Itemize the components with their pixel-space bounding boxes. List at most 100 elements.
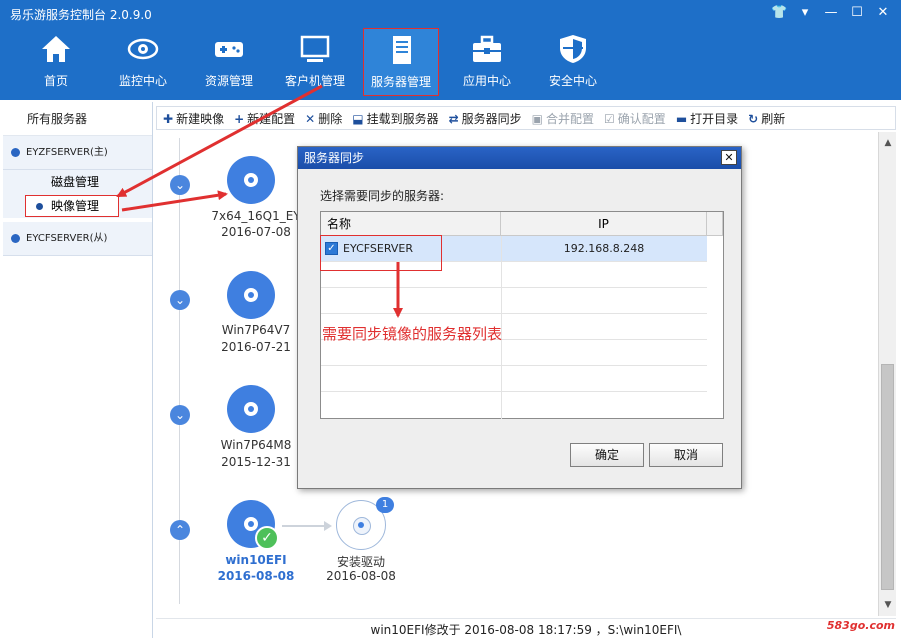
sidebar-server-secondary[interactable]: EYCFSERVER(从) — [3, 222, 152, 256]
menu-icon[interactable]: ▾ — [797, 5, 813, 21]
bullet-icon — [36, 203, 43, 210]
scroll-up-icon[interactable]: ▲ — [883, 138, 893, 148]
top-nav: 首页 监控中心 资源管理 客户机管理 服务器管理 应用中心 安全中心 — [0, 28, 901, 100]
delete-icon: ✕ — [305, 111, 316, 126]
nav-label: 监控中心 — [118, 74, 167, 88]
nav-monitor-center[interactable]: 监控中心 — [105, 28, 181, 96]
server-ip-cell: 192.168.8.248 — [563, 242, 645, 255]
image-disc-icon[interactable] — [227, 271, 275, 319]
sidebar-subitem-row: 映像管理 — [3, 194, 152, 218]
image-name: win10EFI — [225, 553, 287, 567]
toolbar-label: 服务器同步 — [461, 111, 522, 126]
sidebar-item-disk-management[interactable]: 磁盘管理 — [3, 170, 152, 194]
window-title: 易乐游服务控制台 2.0.9.0 — [10, 8, 152, 22]
new-image-button[interactable]: ✚ 新建映像 — [163, 110, 224, 127]
open-directory-button[interactable]: ▬ 打开目录 — [676, 110, 738, 127]
delete-button[interactable]: ✕ 删除 — [305, 110, 342, 127]
app-window: 易乐游服务控制台 2.0.9.0 👕 ▾ — ☐ ✕ 首页 监控中心 资源管理 … — [0, 0, 901, 640]
confirm-config-button[interactable]: ☑ 确认配置 — [604, 110, 666, 127]
server-sync-dialog: 服务器同步 ✕ 选择需要同步的服务器: 名称 IP ✓ EYCFSERVER 1… — [297, 146, 742, 489]
child-name: 安装驱动 — [336, 555, 385, 569]
nav-app-center[interactable]: 应用中心 — [449, 28, 525, 96]
column-header-ip[interactable]: IP — [501, 212, 707, 236]
child-date: 2016-08-08 — [326, 569, 396, 583]
dialog-close-button[interactable]: ✕ — [721, 150, 737, 165]
table-row — [321, 366, 707, 392]
merge-icon: ▣ — [531, 111, 544, 126]
skin-icon[interactable]: 👕 — [771, 5, 787, 21]
nav-clients[interactable]: 客户机管理 — [277, 28, 353, 96]
ok-button[interactable]: 确定 — [570, 443, 644, 467]
nav-label: 资源管理 — [204, 74, 253, 88]
dialog-title: 服务器同步 — [298, 147, 741, 169]
collapse-chevron-icon[interactable]: ⌄ — [170, 405, 190, 425]
mount-icon: ⬓ — [352, 111, 364, 126]
merge-config-button[interactable]: ▣ 合并配置 — [532, 110, 594, 127]
image-toolbar: ✚ 新建映像 + 新建配置 ✕ 删除 ⬓ 挂载到服务器 ⇄ 服务器同步 ▣ 合并配置 ☑ 确认… — [156, 106, 896, 130]
image-date: 2016-08-08 — [217, 569, 295, 583]
refresh-icon: ↻ — [748, 111, 759, 126]
nav-label: 首页 — [43, 74, 68, 88]
check-icon: ✓ — [255, 526, 279, 550]
column-header-filler — [707, 212, 723, 236]
server-sync-button[interactable]: ⇄ 服务器同步 — [449, 110, 522, 127]
server-name-cell: EYCFSERVER — [343, 242, 413, 255]
window-controls: 👕 ▾ — ☐ ✕ — [771, 5, 891, 21]
gamepad-icon — [215, 42, 243, 57]
refresh-button[interactable]: ↻ 刷新 — [748, 110, 785, 127]
nav-server-management[interactable]: 服务器管理 — [363, 28, 439, 96]
image-disc-icon[interactable] — [227, 156, 275, 204]
nav-resources[interactable]: 资源管理 — [191, 28, 267, 96]
minimize-icon[interactable]: — — [823, 5, 839, 21]
nav-home[interactable]: 首页 — [18, 28, 94, 96]
nav-label: 客户机管理 — [284, 74, 345, 88]
nav-security-center[interactable]: 安全中心 — [535, 28, 611, 96]
new-config-button[interactable]: + 新建配置 — [234, 110, 295, 127]
collapse-chevron-icon[interactable]: ⌄ — [170, 175, 190, 195]
maximize-icon[interactable]: ☐ — [849, 5, 865, 21]
checkbox[interactable]: ✓ — [325, 242, 338, 255]
connector-arrow-icon — [324, 521, 332, 531]
sync-icon: ⇄ — [448, 111, 459, 126]
toolbar-label: 新建映像 — [176, 111, 225, 126]
table-row[interactable]: ✓ EYCFSERVER 192.168.8.248 — [321, 236, 707, 262]
toolbar-label: 删除 — [318, 111, 343, 126]
server-icon — [393, 36, 411, 64]
table-row — [321, 262, 707, 288]
toolbar-label: 挂载到服务器 — [366, 111, 439, 126]
add-image-icon: ✚ — [163, 111, 174, 126]
sidebar-item-label: 映像管理 — [51, 199, 100, 213]
monitor-icon — [300, 35, 330, 62]
title-bar: 易乐游服务控制台 2.0.9.0 👕 ▾ — ☐ ✕ — [0, 0, 901, 28]
server-dot-icon — [11, 147, 20, 157]
sidebar-item-image-management[interactable]: 映像管理 — [25, 195, 119, 217]
watermark: 583go.com — [826, 619, 895, 632]
collapse-chevron-icon[interactable]: ⌄ — [170, 290, 190, 310]
server-label: EYCFSERVER(从) — [26, 233, 108, 244]
image-disc-icon[interactable] — [227, 385, 275, 433]
toolbar-label: 确认配置 — [617, 111, 666, 126]
scroll-thumb[interactable] — [881, 364, 894, 590]
toolbar-label: 合并配置 — [546, 111, 595, 126]
server-label: EYZFSERVER(主) — [26, 147, 108, 158]
expand-chevron-icon[interactable]: ⌃ — [170, 520, 190, 540]
sidebar-header[interactable]: 所有服务器 — [3, 102, 152, 136]
cancel-button[interactable]: 取消 — [649, 443, 723, 467]
toolbox-icon — [473, 35, 501, 62]
folder-icon: ▬ — [675, 111, 688, 126]
sidebar-server-primary[interactable]: EYZFSERVER(主) — [3, 136, 152, 170]
toolbar-label: 打开目录 — [690, 111, 739, 126]
vertical-scrollbar[interactable]: ▲ ▼ — [878, 132, 896, 616]
column-header-name[interactable]: 名称 — [321, 212, 501, 236]
mount-to-server-button[interactable]: ⬓ 挂载到服务器 — [352, 110, 438, 127]
nav-label: 应用中心 — [462, 74, 511, 88]
scroll-down-icon[interactable]: ▼ — [883, 600, 893, 610]
nav-label: 服务器管理 — [370, 75, 431, 89]
home-icon — [42, 36, 70, 62]
plus-icon: + — [234, 111, 245, 126]
nav-label: 安全中心 — [548, 74, 597, 88]
close-icon[interactable]: ✕ — [875, 5, 891, 21]
connector-line — [282, 525, 326, 527]
confirm-icon: ☑ — [604, 111, 615, 126]
shield-icon — [560, 35, 586, 63]
